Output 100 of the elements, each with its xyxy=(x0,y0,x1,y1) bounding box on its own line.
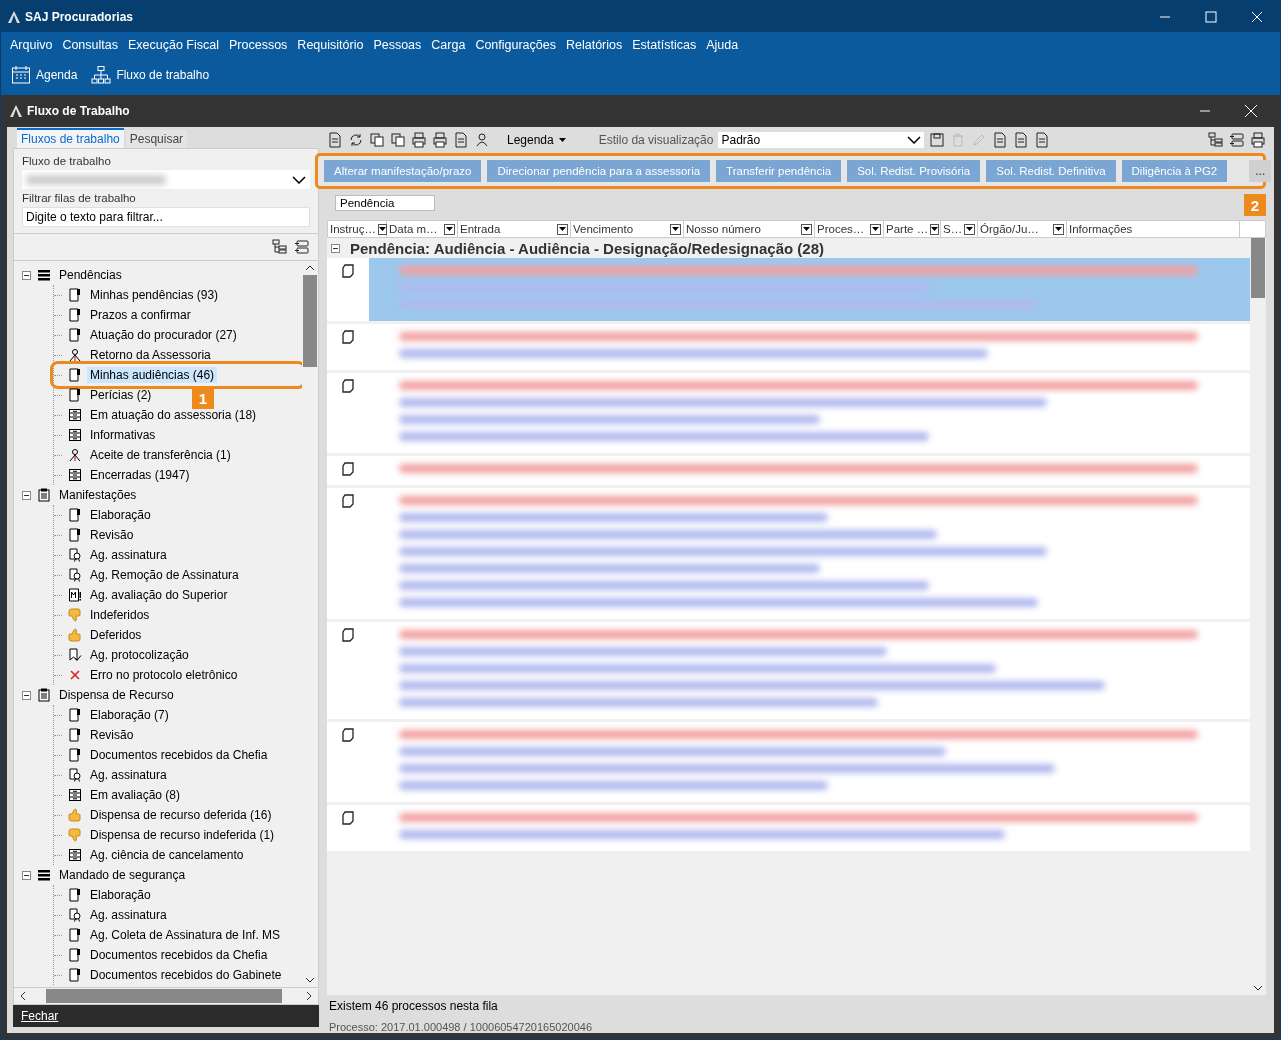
tree-item[interactable]: Minhas pendências (93) xyxy=(87,287,222,303)
tree-item[interactable]: Perícias (2) xyxy=(87,387,155,403)
view-style-dropdown[interactable]: Padrão xyxy=(718,132,925,148)
tree-group[interactable]: Mandado de segurança xyxy=(56,867,189,883)
menu-item[interactable]: Configurações xyxy=(470,38,561,52)
tree-item[interactable]: Prazos a confirmar xyxy=(87,307,194,323)
copy-icon[interactable] xyxy=(390,132,406,148)
document-icon[interactable] xyxy=(992,132,1009,148)
tree-item[interactable]: Ag. assinatura xyxy=(87,547,170,563)
document-icon[interactable] xyxy=(1034,132,1051,148)
caret-icon[interactable] xyxy=(558,138,566,142)
menu-item[interactable]: Carga xyxy=(426,38,471,52)
print-icon[interactable] xyxy=(411,132,427,148)
column-header[interactable]: Vencimento xyxy=(573,223,668,235)
tree-item[interactable]: Documentos recebidos da Chefia xyxy=(87,947,271,963)
dropdown-icon[interactable] xyxy=(1053,223,1064,235)
tree-item[interactable]: Elaboração xyxy=(87,507,154,523)
dropdown-icon[interactable] xyxy=(557,223,568,235)
tree-group[interactable]: Manifestações xyxy=(56,487,140,503)
tree-item[interactable]: Documentos recebidos da Chefia xyxy=(87,747,271,763)
menu-item[interactable]: Processos xyxy=(224,38,293,52)
menu-item[interactable]: Execução Fiscal xyxy=(123,38,224,52)
toolbar-button[interactable]: Agenda xyxy=(11,65,78,85)
menu-item[interactable]: Ajuda xyxy=(701,38,744,52)
tree-item[interactable]: Deferidos xyxy=(87,627,145,643)
dropdown-icon[interactable] xyxy=(801,223,812,235)
tree-item[interactable]: Em avaliação (8) xyxy=(87,787,184,803)
menu-item[interactable]: Consultas xyxy=(57,38,123,52)
tree-item[interactable]: Elaboração xyxy=(87,887,154,903)
tree-group[interactable]: Dispensa de Recurso xyxy=(56,687,177,703)
menu-item[interactable]: Arquivo xyxy=(5,38,58,52)
print-icon[interactable] xyxy=(432,132,448,148)
user-icon[interactable] xyxy=(474,132,490,148)
column-header[interactable]: Nosso número xyxy=(686,223,799,235)
scrollbar[interactable] xyxy=(14,987,318,1004)
tree-item[interactable]: Indeferidos xyxy=(87,607,153,623)
refresh-icon[interactable] xyxy=(348,132,364,148)
column-header[interactable]: Proces… xyxy=(817,223,868,235)
column-header[interactable]: Instruç… xyxy=(330,223,376,235)
tab[interactable]: Pesquisar xyxy=(125,130,188,148)
dropdown-icon[interactable] xyxy=(670,223,681,235)
tree-item[interactable]: Revisão xyxy=(87,527,137,543)
scroll-right-icon[interactable] xyxy=(304,990,314,1002)
document-icon[interactable] xyxy=(1013,132,1030,148)
toolbar-button[interactable]: Fluxo de trabalho xyxy=(91,65,210,85)
collapse-toggle-icon[interactable] xyxy=(22,270,31,280)
tree-item[interactable]: Dispensa de recurso deferida (16) xyxy=(87,807,275,823)
dropdown-icon[interactable] xyxy=(378,223,387,235)
tree-item[interactable]: Aceite de transferência (1) xyxy=(87,447,234,463)
scroll-thumb[interactable] xyxy=(1251,238,1265,298)
column-header[interactable]: Parte … xyxy=(886,223,929,235)
tree-item[interactable]: Revisão xyxy=(87,727,137,743)
tree-group[interactable]: Pendências xyxy=(56,267,125,283)
collapse-icon[interactable] xyxy=(294,239,310,255)
collapse-toggle-icon[interactable] xyxy=(331,243,340,253)
tree-item[interactable]: Ag. protocolização xyxy=(87,647,192,663)
tree-item[interactable]: Dispensa de recurso indeferida (1) xyxy=(87,827,278,843)
menu-item[interactable]: Pessoas xyxy=(368,38,427,52)
scroll-thumb[interactable] xyxy=(303,275,317,367)
collapse-icon[interactable] xyxy=(1229,132,1245,148)
filter-field[interactable]: Digite o texto para filtrar... xyxy=(22,207,310,227)
tree-item[interactable]: Ag. Coleta de Assinatura de Inf. MS xyxy=(87,927,284,943)
column-header[interactable]: Data m… xyxy=(389,223,442,235)
dropdown-icon[interactable] xyxy=(930,223,940,235)
scroll-left-icon[interactable] xyxy=(18,990,28,1002)
close-button[interactable]: Fechar xyxy=(13,1005,319,1027)
print-icon[interactable] xyxy=(1250,132,1266,148)
tree-icon[interactable] xyxy=(272,239,288,255)
tree-item[interactable]: Ag. ciência de cancelamento xyxy=(87,847,247,863)
tree-item[interactable]: Ag. assinatura xyxy=(87,767,170,783)
save-icon[interactable] xyxy=(929,132,946,148)
tree-item[interactable]: Retorno da Assessoria xyxy=(87,347,214,363)
tree-item[interactable]: Ag. avaliação do Superior xyxy=(87,587,231,603)
tree-item[interactable]: Em atuação do assessoria (18) xyxy=(87,407,260,423)
column-header[interactable]: S… xyxy=(943,223,963,235)
tree-item[interactable]: Ag. Remoção de Assinatura xyxy=(87,567,242,583)
tree-item[interactable]: Encerradas (1947) xyxy=(87,467,193,483)
column-header[interactable]: Entrada xyxy=(460,223,555,235)
collapse-toggle-icon[interactable] xyxy=(22,490,31,500)
tab[interactable]: Fluxos de trabalho xyxy=(17,128,124,148)
group-by-chip[interactable]: Pendência xyxy=(335,195,435,211)
tree-item[interactable]: Atuação do procurador (27) xyxy=(87,327,240,343)
copy-icon[interactable] xyxy=(369,132,385,148)
menu-item[interactable]: Requisitório xyxy=(292,38,369,52)
legend-dropdown[interactable]: Legenda xyxy=(507,133,554,147)
tree-item[interactable]: Erro no protocolo eletrônico xyxy=(87,667,241,683)
dropdown-icon[interactable] xyxy=(964,223,975,235)
tree-icon[interactable] xyxy=(1208,132,1224,148)
collapse-toggle-icon[interactable] xyxy=(22,870,31,880)
more-button[interactable]: ... xyxy=(1249,160,1272,182)
tree-item[interactable]: Documentos recebidos do Gabinete xyxy=(87,967,285,983)
tree-item[interactable]: Informativas xyxy=(87,427,159,443)
dropdown-icon[interactable] xyxy=(870,223,881,235)
column-header[interactable]: Órgão/Ju… xyxy=(980,223,1051,235)
menu-item[interactable]: Estatísticas xyxy=(627,38,702,52)
tree-item[interactable]: Minhas audiências (46) xyxy=(87,367,218,383)
scroll-thumb[interactable] xyxy=(46,989,282,1003)
document-icon[interactable] xyxy=(453,132,469,148)
document-icon[interactable] xyxy=(327,132,343,148)
tree-item[interactable]: Ag. assinatura xyxy=(87,907,170,923)
